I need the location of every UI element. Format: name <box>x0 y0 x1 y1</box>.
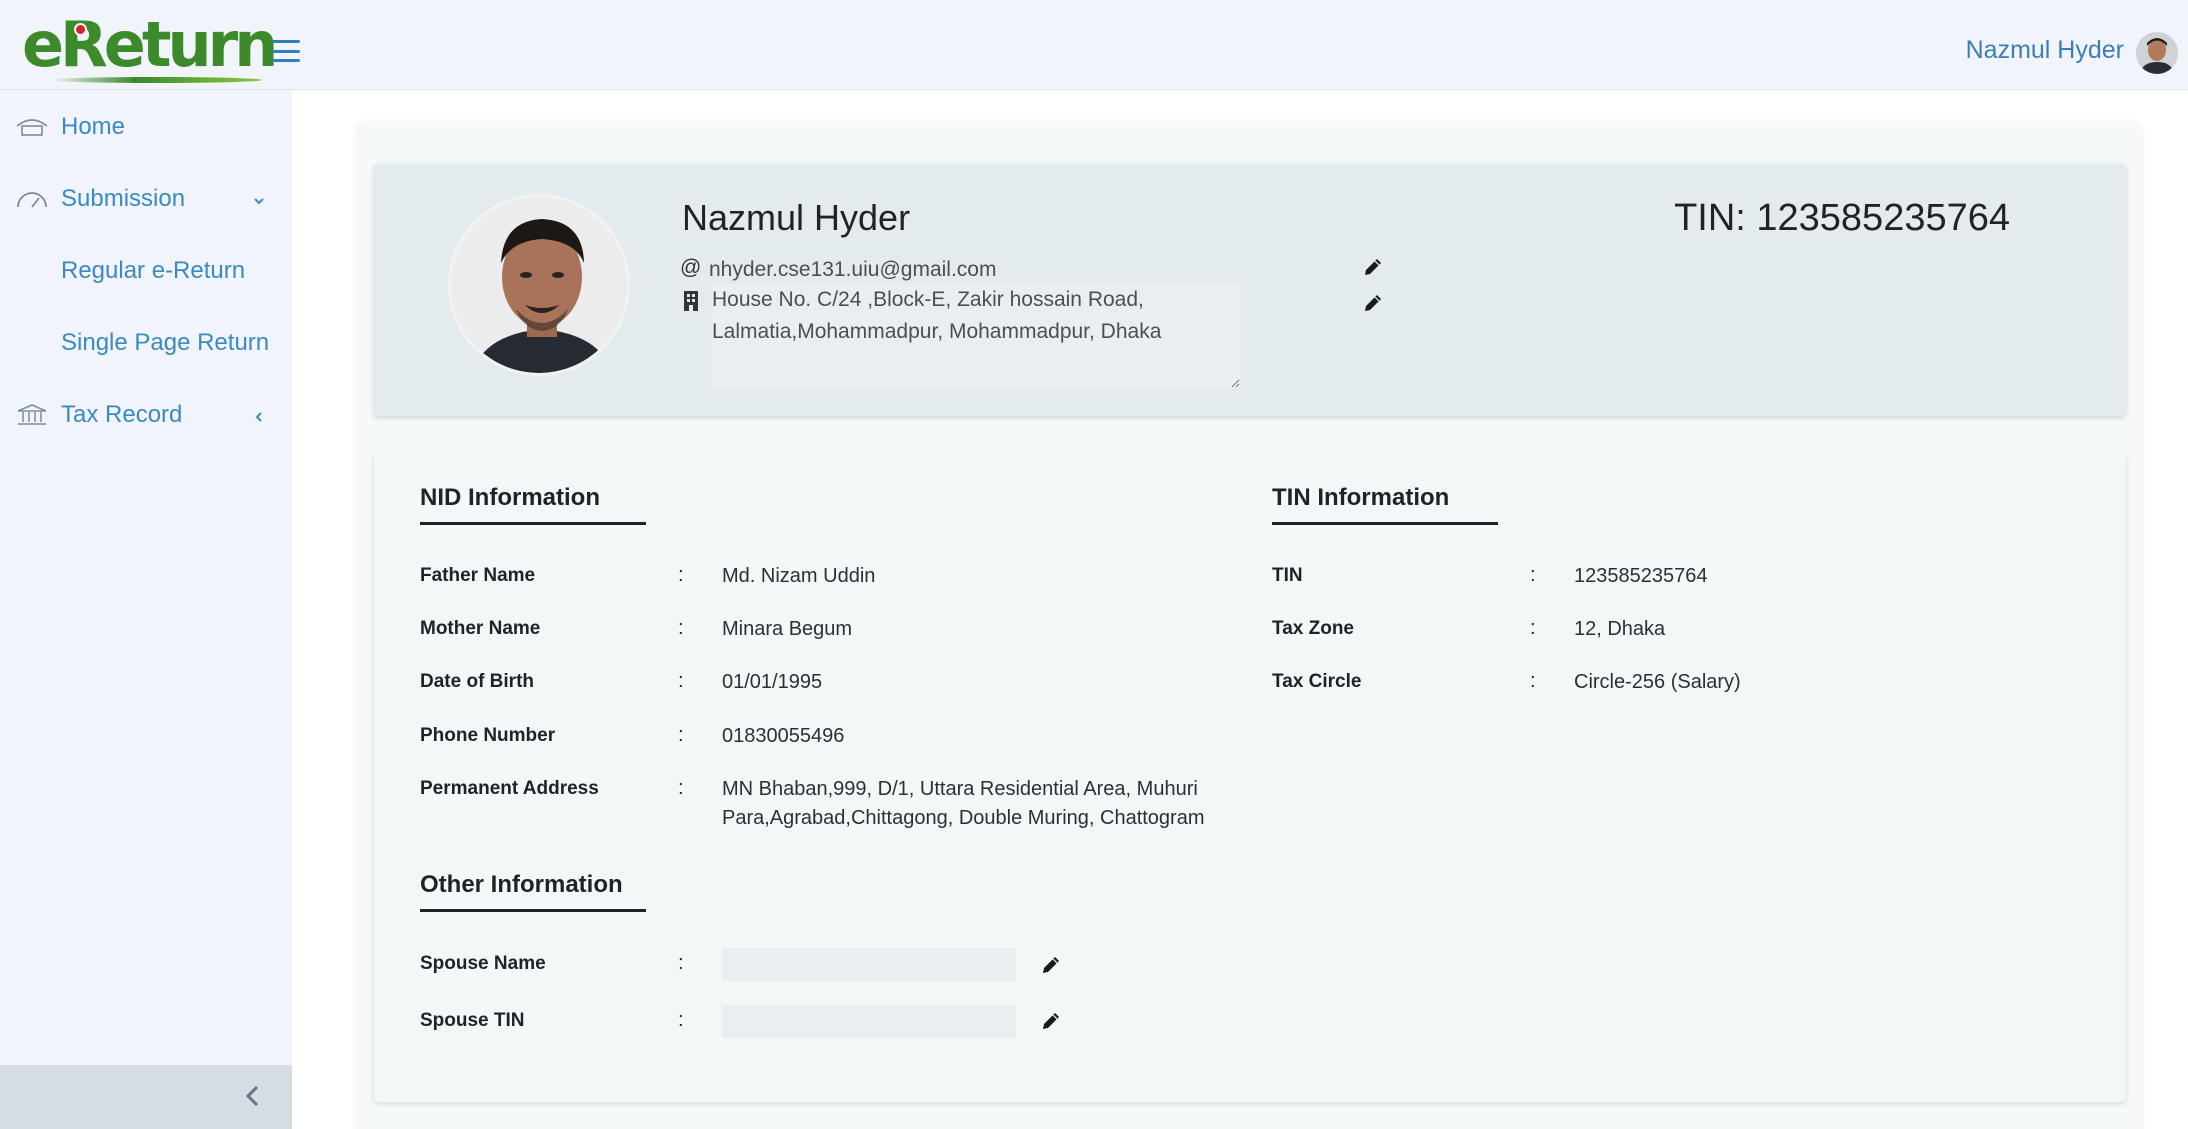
tin-value: 123585235764 <box>1574 565 1708 587</box>
father-name-label: Father Name <box>420 565 536 586</box>
sidebar-item-single-page-return[interactable]: Single Page Return <box>0 316 292 370</box>
tin-header: TIN: 123585235764 <box>1674 197 2010 239</box>
chevron-down-icon <box>254 198 264 205</box>
sidebar-item-label: Regular e-Return <box>61 257 246 284</box>
row-colon: : <box>678 1009 684 1031</box>
tin-section-underline <box>1272 522 1498 525</box>
mother-name-value: Minara Begum <box>722 618 853 640</box>
info-card: NID Information Father Name : Md. Nizam … <box>374 452 2126 1102</box>
row-colon: : <box>678 952 684 974</box>
sidebar-item-label: Single Page Return <box>61 329 270 356</box>
email-field[interactable] <box>709 252 1049 286</box>
header-avatar[interactable] <box>2136 32 2178 74</box>
row-colon: : <box>678 724 684 746</box>
edit-address-pencil-icon[interactable] <box>1362 292 1384 314</box>
home-icon <box>16 119 48 136</box>
sidebar-item-label: Home <box>61 113 126 140</box>
logo-swoosh <box>50 77 262 83</box>
sidebar-item-regular-ereturn[interactable]: Regular e-Return <box>0 244 292 298</box>
row-colon: : <box>1530 617 1536 639</box>
row-colon: : <box>1530 564 1536 586</box>
sidebar-collapse-button[interactable] <box>0 1065 292 1129</box>
bank-icon <box>17 404 47 425</box>
logo-text: eReturn <box>22 8 278 81</box>
sidebar-item-label: Submission <box>61 185 186 212</box>
building-icon <box>684 291 698 311</box>
father-name-value: Md. Nizam Uddin <box>722 565 876 587</box>
permanent-address-label: Permanent Address <box>420 778 599 799</box>
row-colon: : <box>1530 670 1536 692</box>
date-of-birth-value: 01/01/1995 <box>722 671 823 693</box>
spouse-name-input[interactable] <box>722 948 1016 981</box>
tax-zone-value: 12, Dhaka <box>1574 618 1666 640</box>
nid-section-underline <box>420 522 646 525</box>
tax-circle-value: Circle-256 (Salary) <box>1574 671 1741 693</box>
tin-section-title: TIN Information <box>1272 484 1450 511</box>
profile-name: Nazmul Hyder <box>682 197 911 238</box>
chevron-left-icon <box>255 412 262 422</box>
gauge-icon <box>17 192 47 208</box>
address-field[interactable]: House No. C/24 ,Block-E, Zakir hossain R… <box>712 284 1240 388</box>
edit-spouse-tin-pencil-icon[interactable] <box>1040 1010 1062 1032</box>
row-colon: : <box>678 564 684 586</box>
phone-number-label: Phone Number <box>420 725 556 746</box>
at-icon: @ <box>680 256 702 279</box>
sidebar-item-home[interactable]: Home <box>0 100 292 154</box>
spouse-tin-label: Spouse TIN <box>420 1010 525 1031</box>
top-bar: eReturn Nazmul Hyder <box>0 0 2188 90</box>
permanent-address-value: MN Bhaban,999, D/1, Uttara Residential A… <box>722 778 1205 829</box>
edit-spouse-name-pencil-icon[interactable] <box>1040 954 1062 976</box>
chevron-left-icon <box>245 1085 259 1107</box>
profile-card: Nazmul Hyder TIN: 123585235764 @ House N… <box>374 164 2126 416</box>
tin-label: TIN <box>1272 565 1303 586</box>
sidebar-item-tax-record[interactable]: Tax Record <box>0 388 292 442</box>
logo-dot <box>74 23 87 36</box>
other-section-title: Other Information <box>420 871 623 898</box>
edit-email-pencil-icon[interactable] <box>1362 256 1384 278</box>
profile-photo <box>448 194 630 376</box>
row-colon: : <box>678 617 684 639</box>
nid-section-title: NID Information <box>420 484 600 511</box>
sidebar-item-label: Tax Record <box>61 401 183 428</box>
sidebar: Home Submission Regular e-Return Single … <box>0 90 292 1129</box>
row-colon: : <box>678 777 684 799</box>
row-colon: : <box>678 670 684 692</box>
spouse-name-label: Spouse Name <box>420 953 546 974</box>
ereturn-logo[interactable]: eReturn <box>22 14 278 83</box>
header-user-name[interactable]: Nazmul Hyder <box>1966 36 2124 65</box>
tax-zone-label: Tax Zone <box>1272 618 1354 639</box>
phone-number-value: 01830055496 <box>722 725 845 747</box>
mother-name-label: Mother Name <box>420 618 541 639</box>
tax-circle-label: Tax Circle <box>1272 671 1362 692</box>
date-of-birth-label: Date of Birth <box>420 671 534 692</box>
other-section-underline <box>420 909 646 912</box>
sidebar-item-submission[interactable]: Submission <box>0 172 292 226</box>
spouse-tin-input[interactable] <box>722 1005 1016 1038</box>
email-row: @ <box>680 254 702 279</box>
menu-toggle-icon[interactable] <box>272 40 300 62</box>
